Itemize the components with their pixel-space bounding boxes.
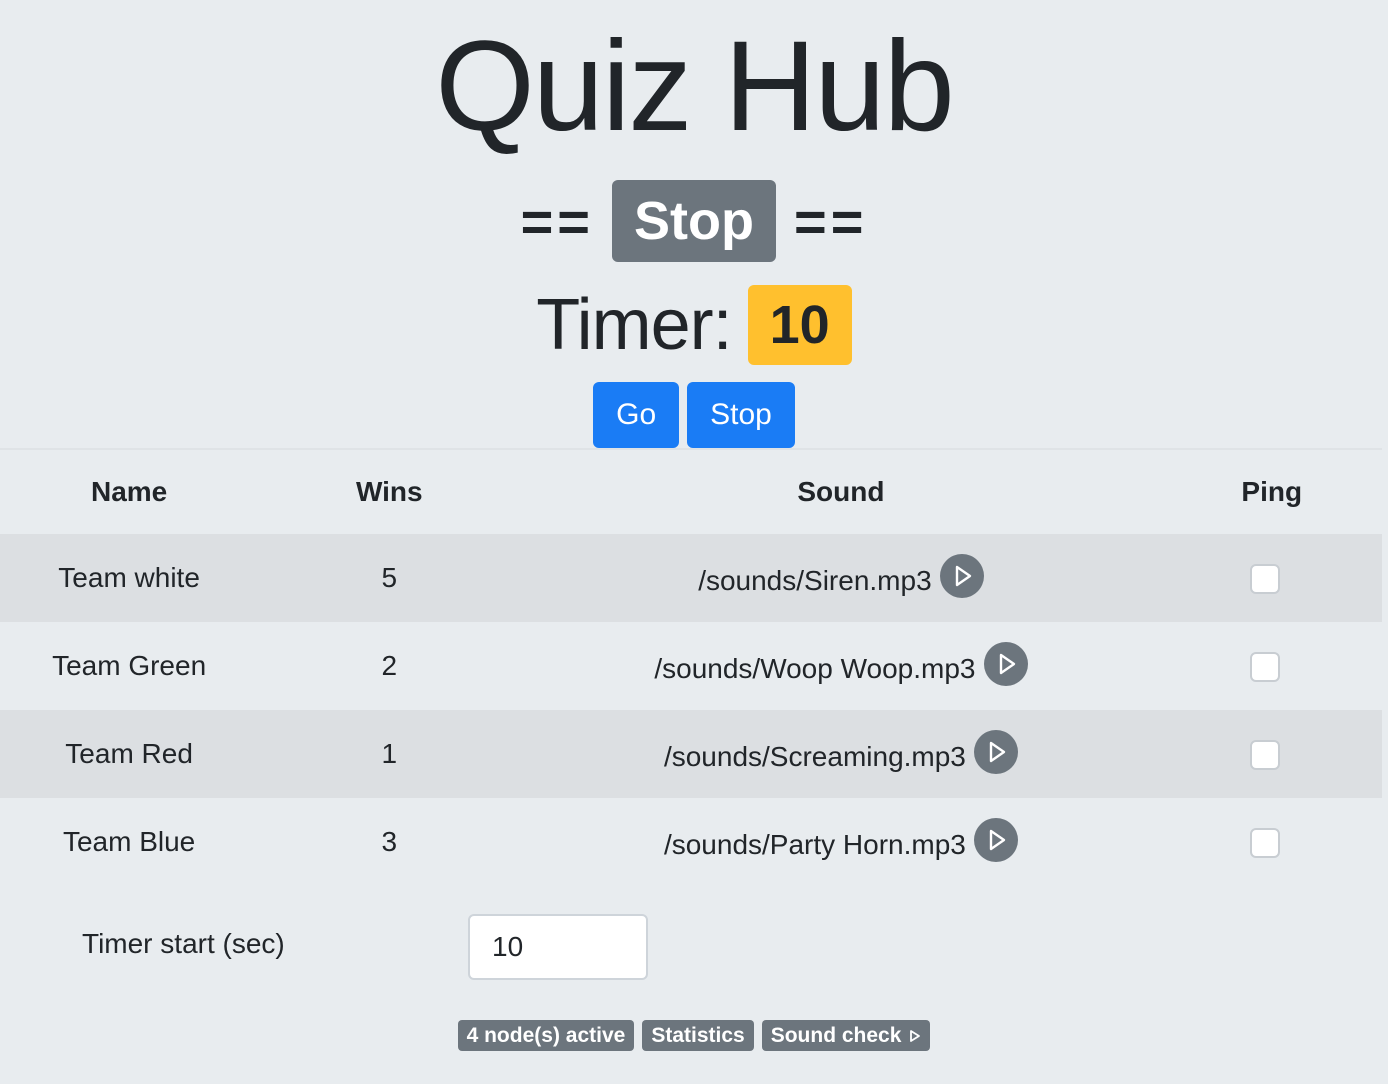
quiz-hub-page: Quiz Hub == Stop == Timer: 10 Go Stop Na… — [0, 0, 1388, 1084]
team-ping — [1162, 798, 1382, 886]
ping-checkbox[interactable] — [1249, 564, 1280, 595]
play-circle-icon[interactable] — [973, 818, 1018, 862]
page-title: Quiz Hub — [435, 15, 955, 158]
team-name: Team white — [0, 534, 259, 622]
ping-checkbox[interactable] — [1249, 828, 1280, 859]
team-sound: /sounds/Screaming.mp3 — [520, 710, 1162, 798]
timer-display: Timer: 10 — [0, 284, 1388, 366]
team-wins: 3 — [381, 826, 398, 857]
timer-controls: Go Stop — [0, 382, 1388, 448]
team-name: Team Blue — [62, 826, 196, 857]
go-button[interactable]: Go — [593, 382, 680, 448]
stop-button[interactable]: Stop — [687, 382, 795, 448]
sound-check-badge[interactable]: Sound check — [761, 1020, 931, 1051]
table-row: Team Green 2 /sounds/Woop Woop.mp3 — [0, 622, 1382, 710]
sound-path: /sounds/Screaming.mp3 — [663, 741, 966, 772]
timer-label: Timer: — [536, 285, 732, 365]
column-header-ping: Ping — [1241, 476, 1303, 507]
column-header-wins: Wins — [355, 476, 423, 507]
teams-table: Name Wins Sound Ping Team white 5 /sound… — [0, 450, 1382, 886]
state-prefix: == — [520, 189, 594, 253]
statistics-badge[interactable]: Statistics — [642, 1020, 754, 1051]
play-circle-icon[interactable] — [983, 642, 1028, 686]
play-circle-icon[interactable] — [939, 554, 984, 598]
sound-path: /sounds/Siren.mp3 — [698, 565, 932, 596]
table-header-row: Name Wins Sound Ping — [0, 450, 1382, 534]
column-header-sound: Sound — [797, 476, 885, 507]
table-row: Team white 5 /sounds/Siren.mp3 — [0, 534, 1382, 622]
sound-path: /sounds/Woop Woop.mp3 — [654, 653, 976, 684]
team-ping — [1162, 622, 1382, 710]
team-sound: /sounds/Woop Woop.mp3 — [520, 622, 1161, 710]
timer-start-input[interactable] — [468, 914, 648, 980]
team-name: Team Red — [0, 710, 259, 798]
team-sound: /sounds/Siren.mp3 — [520, 534, 1162, 622]
team-ping — [1161, 534, 1382, 622]
sound-check-label: Sound check — [770, 1024, 902, 1047]
table-row: Team Red 1 /sounds/Screaming.mp3 — [0, 710, 1382, 798]
team-wins: 2 — [381, 650, 398, 681]
team-wins: 5 — [258, 534, 521, 622]
state-suffix: == — [793, 189, 868, 253]
team-ping — [1161, 710, 1382, 798]
ping-checkbox[interactable] — [1249, 652, 1280, 683]
ping-checkbox[interactable] — [1249, 740, 1280, 771]
team-wins: 1 — [258, 710, 521, 798]
play-triangle-icon — [910, 1029, 921, 1042]
play-circle-icon[interactable] — [973, 730, 1018, 774]
team-sound: /sounds/Party Horn.mp3 — [520, 798, 1161, 886]
timer-start-label: Timer start (sec) — [82, 928, 285, 959]
state-indicator: == Stop == — [0, 180, 1388, 262]
nodes-active-badge: 4 node(s) active — [457, 1020, 635, 1051]
timer-value-badge: 10 — [747, 285, 852, 365]
column-header-name: Name — [90, 476, 168, 507]
table-row: Team Blue 3 /sounds/Party Horn.mp3 — [0, 798, 1382, 886]
sound-path: /sounds/Party Horn.mp3 — [663, 829, 966, 860]
team-name: Team Green — [52, 650, 207, 681]
state-badge: Stop — [612, 180, 776, 262]
footer-status: 4 node(s) active Statistics Sound check — [0, 1020, 1388, 1051]
